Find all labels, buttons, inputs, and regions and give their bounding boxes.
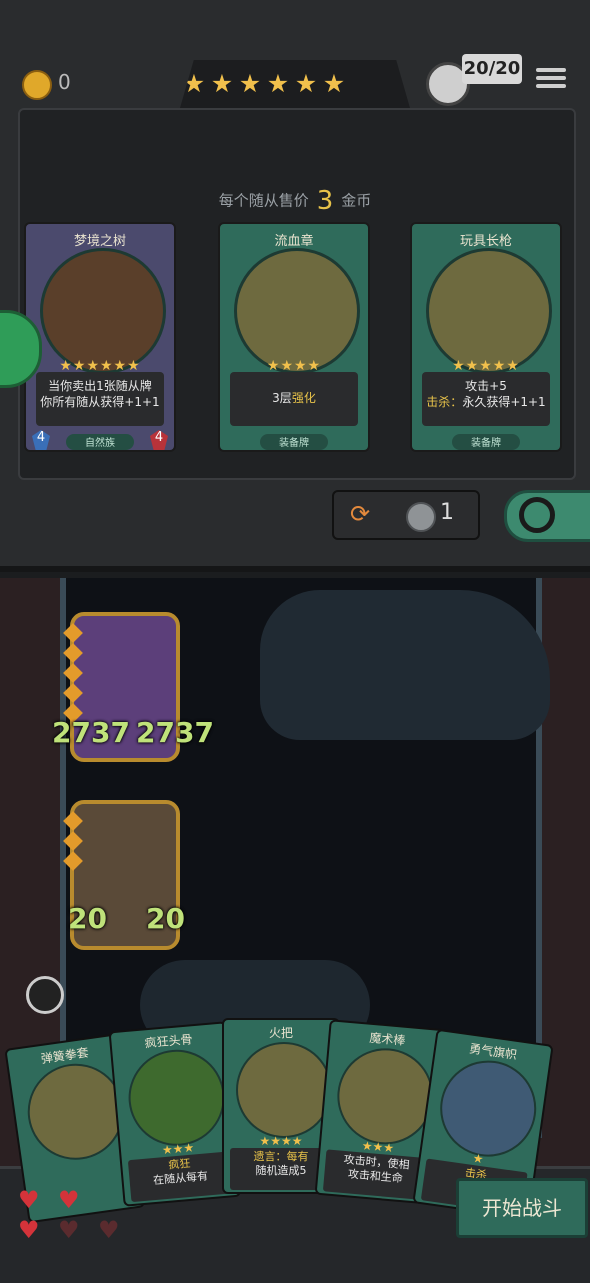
torch-art bbox=[236, 1042, 332, 1138]
card-description: 疯狂 在随从每有 bbox=[127, 1151, 234, 1203]
cloud-decoration bbox=[260, 590, 550, 740]
desc-line: 你所有随从获得+1+1 bbox=[40, 395, 160, 409]
tree-monster-art bbox=[40, 248, 166, 374]
search-button[interactable] bbox=[504, 490, 590, 542]
shop-card-toy-lance[interactable]: 玩具长枪 ★★★★★ 攻击+5 击杀：永久获得+1+1 装备牌 bbox=[410, 222, 562, 452]
unit-attack: 2737 bbox=[52, 716, 130, 749]
claw-slash-art bbox=[234, 248, 360, 374]
star-icon: ★ bbox=[238, 69, 262, 98]
refresh-icon: ⟳ bbox=[350, 500, 371, 528]
desc-line: 击杀：永久获得+1+1 bbox=[422, 394, 550, 410]
life-heart-icon: ♥ bbox=[18, 1186, 40, 1214]
search-icon bbox=[519, 497, 555, 533]
lost-heart-icon: ♥ bbox=[98, 1216, 120, 1244]
lance-art bbox=[426, 248, 552, 374]
desc-line: 当你卖出1张随从牌 bbox=[48, 379, 152, 393]
star-icon: ★ bbox=[294, 69, 318, 98]
card-description: 攻击+5 击杀：永久获得+1+1 bbox=[422, 372, 550, 426]
card-tribe-tag: 自然族 bbox=[66, 434, 134, 450]
star-rating-bar: ★ ★ ★ ★ ★ ★ bbox=[180, 60, 410, 108]
card-name: 玩具长枪 bbox=[459, 234, 512, 249]
unit-health: 20 bbox=[146, 902, 185, 935]
refresh-shop-button[interactable]: ⟳ 1 bbox=[332, 490, 480, 540]
inspect-search-icon[interactable] bbox=[26, 976, 64, 1014]
card-name: 火把 bbox=[268, 1026, 293, 1040]
shop-card-dream-tree[interactable]: 梦境之树 ★★★★★★ 当你卖出1张随从牌 你所有随从获得+1+1 自然族 4 … bbox=[24, 222, 176, 452]
life-heart-icon: ♥ bbox=[18, 1216, 40, 1244]
desc-highlight: 强化 bbox=[291, 391, 316, 405]
star-icon: ★ bbox=[210, 69, 234, 98]
sell-price-value: 3 bbox=[316, 186, 334, 216]
card-type-tag: 装备牌 bbox=[260, 434, 328, 450]
card-description: 3层强化 bbox=[230, 372, 358, 426]
attack-gem: 4 bbox=[32, 430, 50, 450]
sell-price-prefix: 每个随从售价 bbox=[218, 191, 309, 210]
unit-attack: 20 bbox=[68, 902, 107, 935]
coin-count: 0 bbox=[58, 70, 71, 94]
lost-heart-icon: ♥ bbox=[58, 1216, 80, 1244]
star-icon: ★ bbox=[266, 69, 290, 98]
banner-art bbox=[433, 1054, 543, 1163]
desc-text: 永久获得+1+1 bbox=[462, 395, 546, 409]
card-name: 流血章 bbox=[274, 234, 314, 249]
start-battle-button[interactable]: 开始战斗 bbox=[456, 1178, 588, 1238]
life-heart-icon: ♥ bbox=[58, 1186, 80, 1214]
sell-price-info: 每个随从售价 3 金币 bbox=[0, 186, 590, 216]
card-name: 梦境之树 bbox=[73, 234, 126, 249]
shop-card-bleed-chapter[interactable]: 流血章 ★★★★ 3层强化 装备牌 bbox=[218, 222, 370, 452]
card-type-tag: 装备牌 bbox=[452, 434, 520, 450]
card-description: 当你卖出1张随从牌 你所有随从获得+1+1 bbox=[36, 372, 164, 426]
unit-health: 2737 bbox=[136, 716, 214, 749]
silver-coin-icon bbox=[406, 502, 436, 532]
health-gem: 4 bbox=[150, 430, 168, 450]
desc-line: 攻击+5 bbox=[465, 379, 507, 393]
coin-icon bbox=[22, 70, 52, 100]
skull-art bbox=[124, 1045, 229, 1150]
card-description: 攻击时，使相 攻击和生命 bbox=[322, 1149, 429, 1201]
refresh-cost: 1 bbox=[440, 500, 454, 525]
sell-price-suffix: 金币 bbox=[341, 191, 372, 210]
desc-text: 3层 bbox=[272, 391, 292, 405]
desc-highlight: 击杀： bbox=[426, 395, 463, 409]
menu-icon[interactable] bbox=[536, 64, 566, 92]
star-icon: ★ bbox=[322, 69, 346, 98]
player-health-badge: 20/20 bbox=[462, 54, 522, 84]
